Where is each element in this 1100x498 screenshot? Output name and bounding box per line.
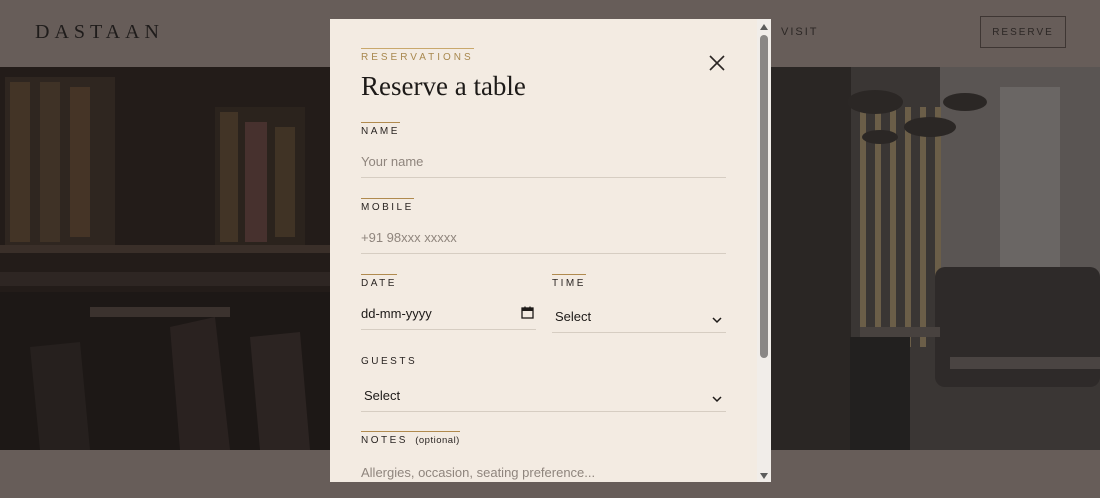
scroll-thumb[interactable] (760, 35, 768, 358)
chevron-down-icon (712, 391, 722, 406)
scroll-down-icon[interactable] (760, 473, 768, 479)
modal-scrollbar[interactable] (757, 19, 771, 482)
close-icon[interactable] (707, 53, 727, 73)
scroll-up-icon[interactable] (760, 24, 768, 30)
date-input[interactable]: dd-mm-yyyy (361, 298, 536, 330)
time-select[interactable]: Select (552, 301, 726, 333)
notes-optional: (optional) (415, 435, 460, 446)
notes-label: NOTES (optional) (361, 431, 460, 446)
reservation-modal: RESERVATIONS Reserve a table NAME Your n… (330, 19, 771, 482)
guests-select[interactable]: Select (361, 380, 726, 412)
guests-value: Select (364, 388, 401, 403)
guests-label: GUESTS (361, 356, 418, 367)
date-value: dd-mm-yyyy (361, 306, 432, 321)
notes-label-text: NOTES (361, 435, 408, 446)
time-label: TIME (552, 274, 586, 289)
name-input[interactable]: Your name (361, 146, 726, 178)
date-label: DATE (361, 274, 397, 289)
notes-placeholder: Allergies, occasion, seating preference.… (361, 464, 596, 480)
brand-logo[interactable]: DASTAAN (35, 21, 164, 44)
name-label: NAME (361, 122, 400, 137)
mobile-placeholder: +91 98xxx xxxxx (361, 230, 457, 245)
chevron-down-icon (712, 312, 722, 327)
modal-title: Reserve a table (361, 71, 526, 101)
reserve-button[interactable]: RESERVE (980, 16, 1066, 48)
modal-eyebrow: RESERVATIONS (361, 48, 474, 63)
calendar-icon[interactable] (521, 306, 534, 322)
name-placeholder: Your name (361, 154, 424, 169)
time-value: Select (555, 309, 592, 324)
notes-textarea[interactable]: Allergies, occasion, seating preference.… (361, 456, 726, 482)
mobile-input[interactable]: +91 98xxx xxxxx (361, 222, 726, 254)
nav-visit-link[interactable]: VISIT (781, 26, 819, 38)
mobile-label: MOBILE (361, 198, 414, 213)
